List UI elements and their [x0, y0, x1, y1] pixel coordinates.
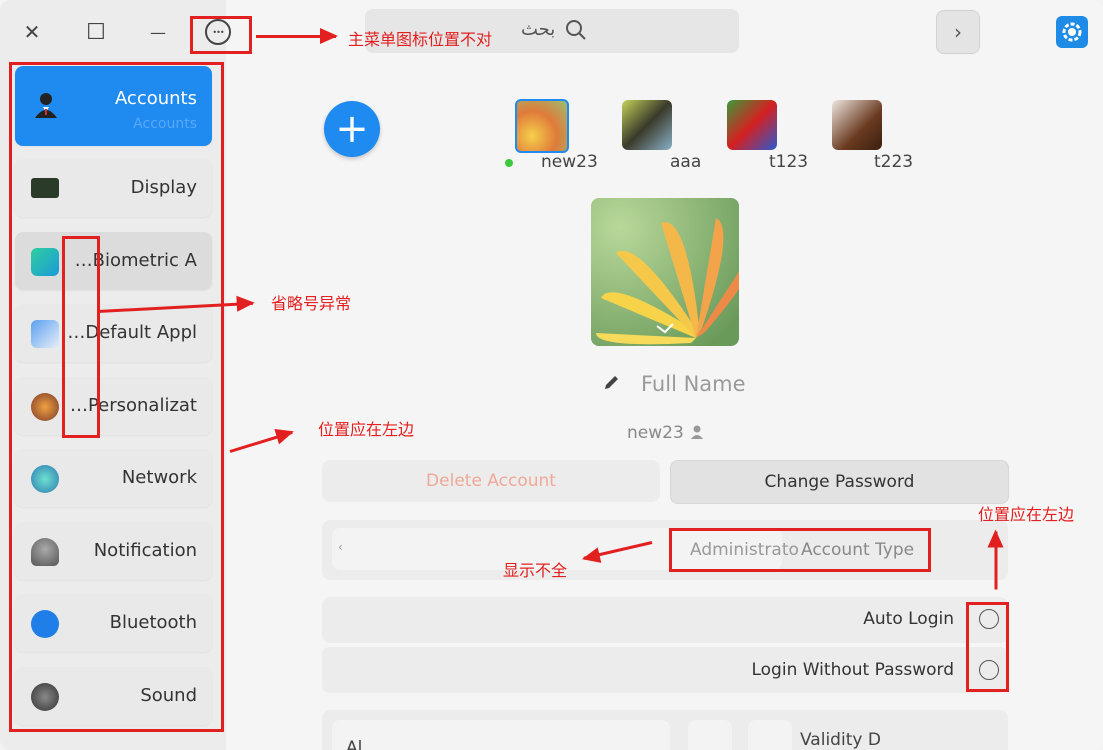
validity-decrease-button[interactable]	[748, 720, 792, 750]
close-icon: ✕	[23, 20, 41, 44]
annotation-box-sidebar	[9, 62, 224, 732]
annotation-box-account-type	[669, 528, 931, 572]
user-small-icon	[689, 424, 705, 444]
validity-value: Al	[346, 738, 363, 750]
delete-account-button[interactable]: Delete Account	[322, 460, 660, 502]
annotation-box-menu	[190, 16, 252, 54]
user-name-label: aaa	[670, 152, 702, 172]
full-name-field[interactable]: Full Name	[641, 372, 746, 396]
settings-window: ✕ ☐ — ••• بحث › Accounts Accounts Displa…	[0, 0, 1103, 750]
login-without-password-row: Login Without Password	[322, 647, 1008, 693]
combobox-arrow-icon: ‹	[338, 540, 343, 554]
change-password-label: Change Password	[764, 472, 915, 492]
user-avatar-new23[interactable]	[515, 99, 569, 153]
edit-icon[interactable]	[603, 374, 621, 396]
user-avatar-t223[interactable]	[832, 100, 882, 150]
login-without-password-label: Login Without Password	[751, 660, 954, 680]
auto-login-row: Auto Login	[322, 597, 1008, 643]
current-user-avatar[interactable]	[591, 198, 739, 346]
maximize-button[interactable]: ☐	[78, 14, 114, 50]
user-name-label: t223	[874, 152, 914, 172]
annotation-text: 位置应在左边	[978, 505, 1075, 524]
annotation-arrow	[994, 531, 998, 590]
forward-button[interactable]: ›	[936, 10, 980, 54]
user-avatar-aaa[interactable]	[622, 100, 672, 150]
settings-app-icon	[1056, 16, 1088, 48]
auto-login-label: Auto Login	[863, 609, 954, 629]
annotation-text: 位置应在左边	[318, 420, 415, 439]
validity-row: Al Validity D	[322, 710, 1008, 750]
search-placeholder: بحث	[521, 19, 556, 40]
maximize-icon: ☐	[86, 19, 106, 45]
annotation-text: 主菜单图标位置不对	[348, 30, 493, 49]
chevron-right-icon: ›	[954, 20, 962, 44]
plus-icon: +	[335, 106, 369, 152]
user-avatar-t123[interactable]	[727, 100, 777, 150]
search-icon	[565, 19, 587, 45]
online-indicator	[505, 159, 513, 167]
annotation-text: 显示不全	[503, 561, 568, 580]
user-name-label: new23	[541, 152, 598, 172]
annotation-box-radios	[966, 602, 1009, 692]
delete-account-label: Delete Account	[426, 471, 556, 491]
titlebar: ✕ ☐ — ••• بحث ›	[0, 0, 1103, 64]
minimize-icon: —	[150, 22, 166, 42]
change-password-button[interactable]: Change Password	[670, 460, 1009, 504]
minimize-button[interactable]: —	[140, 14, 176, 50]
annotation-text: 省略号异常	[271, 294, 352, 313]
username-label: new23	[627, 423, 684, 443]
add-user-button[interactable]: +	[324, 101, 380, 157]
annotation-box-ellipsis	[62, 236, 100, 438]
validity-label: Validity D	[800, 730, 881, 750]
validity-input[interactable]: Al	[332, 720, 670, 750]
close-button[interactable]: ✕	[14, 14, 50, 50]
user-name-label: t123	[769, 152, 809, 172]
validity-increase-button[interactable]	[688, 720, 732, 750]
annotation-arrow	[256, 28, 338, 44]
